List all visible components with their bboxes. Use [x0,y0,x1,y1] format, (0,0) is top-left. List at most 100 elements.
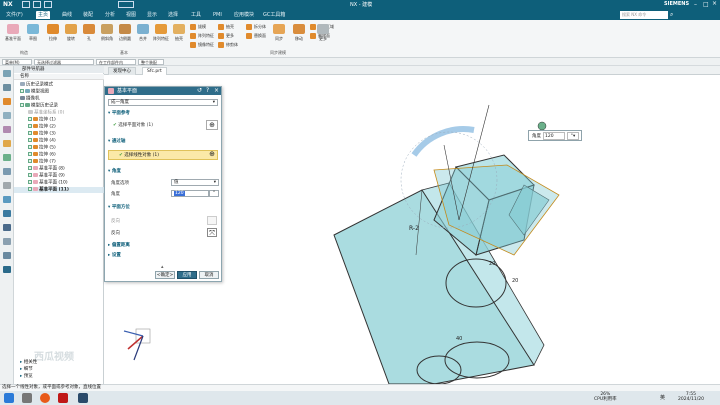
minimize-icon[interactable]: – [694,1,697,8]
more-small-button[interactable]: 更多 [218,32,234,40]
hd3d-icon[interactable] [3,140,11,147]
type-dropdown[interactable]: 成一角度 ▾ [108,99,218,106]
nav-row-extrude-3[interactable]: 拉伸 (3) [14,131,104,137]
hole-button[interactable]: 孔 [80,22,98,48]
nav-row-extrude-1[interactable]: 拉伸 (1) [14,117,104,123]
app-icon[interactable] [58,393,68,403]
angle-unit-select[interactable]: ° [209,190,219,197]
tab-discovery[interactable]: 发现中心 [108,67,136,75]
checkbox[interactable] [20,103,24,107]
pattern-small-button[interactable]: 阵列特征 [190,32,214,40]
section-plane-reference[interactable]: ▾ 平面参考 [108,111,218,117]
revolve-button[interactable]: 旋转 [62,22,80,48]
nav-row-cameras[interactable]: 摄像机 [14,96,104,102]
checkbox[interactable] [28,131,32,135]
reverse-normal-icon[interactable] [207,216,217,225]
nav-row-history-mode[interactable]: 历史记录模式 [14,82,104,88]
filter-dropdown[interactable]: 无选择过滤器 [34,59,94,65]
tab-part[interactable]: Sfc.prt [142,67,167,75]
system-material-icon[interactable] [3,224,11,231]
nav-row-datum-plane-11[interactable]: 基准平面 (11) [14,187,104,193]
section-settings[interactable]: ▸ 设置 [108,253,218,259]
reverse-direction-icon[interactable]: ⤧ [207,228,217,237]
reset-icon[interactable]: ↺ [197,87,202,94]
angle-input[interactable]: 120 [171,190,209,197]
move-face-button[interactable]: 移动 [290,22,308,48]
on-screen-angle-input[interactable]: 角度 120 °▾ [528,130,582,141]
checkbox[interactable] [28,180,32,184]
nav-row-extrude-7[interactable]: 拉伸 (7) [14,159,104,165]
angle-input-value[interactable]: 120 [543,132,565,140]
nx-taskbar-icon[interactable] [78,393,88,403]
menu-pmi[interactable]: PMI [211,11,224,19]
axis-selector-icon[interactable]: ⊕ [206,150,218,160]
close-icon[interactable]: × [712,0,717,7]
unite-button[interactable]: 合并 [134,22,152,48]
checkbox[interactable] [28,124,32,128]
part-navigator-icon[interactable] [3,84,11,91]
reuse-library-icon[interactable] [3,126,11,133]
nav-row-extrude-6[interactable]: 拉伸 (6) [14,152,104,158]
checkbox[interactable] [28,159,32,163]
cancel-button[interactable]: 取消 [199,271,219,279]
nav-panel-preview[interactable]: ▸ 预览 [14,374,104,380]
browser-icon[interactable] [40,393,50,403]
process-studio-icon[interactable] [3,196,11,203]
replace-face-button[interactable]: 替换面 [246,32,266,40]
clock[interactable]: 7:55 2024/11/20 [678,392,704,402]
web-browser-icon[interactable] [3,154,11,161]
ok-button[interactable]: <确定> [155,271,175,279]
mirror-small-button[interactable]: 镜像特征 [190,41,214,49]
shell-button[interactable]: 抽壳 [170,22,188,48]
section-plane-orientation[interactable]: ▾ 平面方位 [108,205,218,211]
nav-row-extrude-5[interactable]: 拉伸 (5) [14,145,104,151]
menu-display[interactable]: 显示 [145,11,159,19]
dimension-label[interactable]: 20 [512,278,518,284]
measure-icon[interactable] [3,252,11,259]
nav-panel-dependencies[interactable]: ▸ 相关性 [14,360,104,366]
dimension-label[interactable]: 40 [456,336,462,342]
dialog-title[interactable]: 基本平面 [105,87,221,95]
trim-body-button[interactable]: 修剪体 [218,41,238,49]
menu-applications[interactable]: 应用模块 [232,11,256,19]
search-icon[interactable]: ⌕ [670,11,673,19]
input-language[interactable]: 英 [660,394,665,401]
menu-analysis[interactable]: 分析 [103,11,117,19]
datum-plane-button[interactable]: 基准平面 [4,22,22,48]
checkbox[interactable] [28,138,32,142]
nav-row-extrude-4[interactable]: 拉伸 (4) [14,138,104,144]
checkbox[interactable] [28,173,32,177]
maximize-icon[interactable]: □ [703,1,709,8]
plane-selector-icon[interactable]: ⊕ [206,120,218,130]
task-view-icon[interactable] [22,393,32,403]
checkbox[interactable] [20,89,24,93]
collapse-chevron-icon[interactable]: ▴ [161,264,164,270]
nav-row-datum-plane-10[interactable]: 基准平面 (10) [14,180,104,186]
save-icon[interactable] [22,1,30,8]
menu-view[interactable]: 视图 [124,11,138,19]
checkbox[interactable] [28,117,32,121]
menu-select[interactable]: 选择 [166,11,180,19]
dimension-label[interactable]: 20 [489,261,495,267]
window-menu[interactable] [118,1,134,8]
undo-icon[interactable] [33,1,41,8]
manufacturing-wizard-icon[interactable] [3,210,11,217]
nx-app-icon[interactable] [3,266,11,273]
menu-tools[interactable]: 工具 [189,11,203,19]
angle-option-dropdown[interactable]: 值 ▾ [171,179,219,186]
rotate-handle-icon[interactable] [537,121,547,131]
nav-panel-details[interactable]: ▸ 细节 [14,367,104,373]
close-icon[interactable]: × [214,87,219,94]
section-through-axis[interactable]: ▾ 通过轴 [108,139,218,145]
nav-row-datum-plane-8[interactable]: 基准平面 (8) [14,166,104,172]
history-icon[interactable] [3,168,11,175]
redo-icon[interactable] [44,1,52,8]
section-offset[interactable]: ▸ 偏置距离 [108,243,218,249]
navigator-column-name[interactable]: 名称 [14,74,104,80]
nav-row-model-history[interactable]: 模型历史记录 [14,103,104,109]
help-icon[interactable]: ? [206,87,209,94]
angle-unit-dropdown[interactable]: °▾ [567,132,579,140]
nav-row-model-views[interactable]: 模型视图 [14,89,104,95]
select-linear-object-field[interactable]: ✔ 选择线性对象 (1) [108,150,218,160]
command-search-input[interactable]: 搜索 NX 命令 [620,11,668,19]
